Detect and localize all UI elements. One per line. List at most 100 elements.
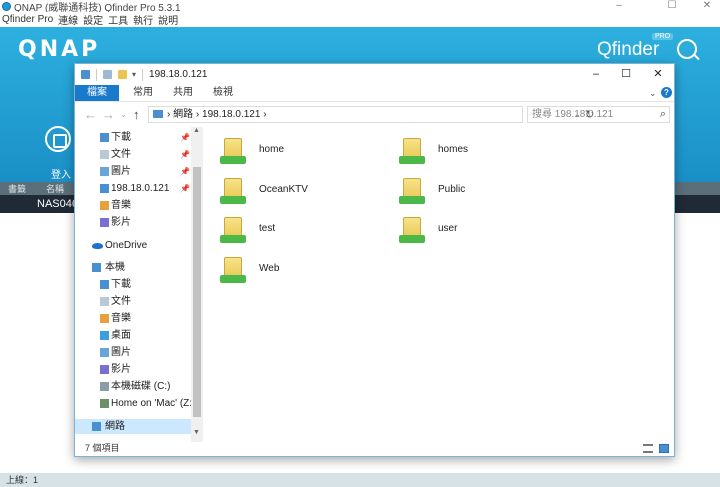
share-folder-item[interactable]: home — [220, 134, 390, 170]
share-folder-name: Public — [438, 184, 466, 195]
breadcrumb-host[interactable]: 198.18.0.121 — [202, 109, 260, 120]
network-share-icon — [220, 156, 246, 164]
search-icon[interactable] — [677, 39, 697, 59]
desktop-folder-icon — [100, 331, 109, 340]
search-icon[interactable]: ⌕ — [660, 107, 666, 122]
explorer-window-title: 198.18.0.121 — [149, 69, 208, 80]
large-icons-view-icon[interactable] — [659, 444, 669, 453]
pin-icon[interactable]: 📌 — [180, 147, 190, 162]
nav-item[interactable]: 桌面 — [75, 328, 191, 343]
quick-access-dropdown-icon[interactable]: ▾ — [132, 70, 136, 79]
close-icon[interactable]: ✕ — [700, 0, 714, 12]
search-placeholder: 搜尋 198.18.0.121 — [532, 109, 614, 120]
nav-item[interactable]: 網路 — [75, 419, 191, 434]
music-folder-icon — [100, 314, 109, 323]
share-folder-item[interactable]: homes — [399, 134, 569, 170]
tab-share[interactable]: 共用 — [165, 85, 201, 101]
menu-settings[interactable]: 設定 — [83, 12, 103, 27]
nav-item[interactable]: OneDrive — [75, 238, 191, 253]
help-icon[interactable]: ? — [661, 87, 672, 98]
qfinder-app-name: Qfinder — [597, 39, 660, 60]
menu-tools[interactable]: 工具 — [108, 12, 128, 27]
scroll-down-icon[interactable]: ▼ — [193, 429, 200, 436]
recent-locations-icon[interactable]: ⌄ — [120, 110, 127, 119]
nav-item-label: 下載 — [111, 279, 131, 290]
details-view-icon[interactable] — [643, 444, 653, 453]
videos-folder-icon — [100, 218, 109, 227]
nav-item[interactable]: 影片 — [75, 215, 191, 230]
tab-file[interactable]: 檔案 — [75, 85, 119, 101]
nav-item[interactable]: 本機 — [75, 260, 191, 275]
nav-item-label: 音樂 — [111, 200, 131, 211]
nav-item[interactable]: 198.18.0.121 📌 — [75, 181, 191, 196]
navigation-scrollbar[interactable]: ▲ ▼ — [191, 127, 203, 442]
address-separator: › — [167, 109, 171, 120]
breadcrumb-network[interactable]: 網路 — [173, 109, 193, 120]
share-folder-name: homes — [438, 144, 469, 155]
nav-item[interactable]: 下載 📌 — [75, 130, 191, 145]
nav-item-label: 影片 — [111, 217, 131, 228]
column-bookmark[interactable]: 書籤 — [8, 182, 26, 195]
address-bar[interactable]: › 網路 › 198.18.0.121 › ⌄ ↻ — [148, 106, 594, 123]
share-folder-item[interactable]: OceanKTV — [220, 174, 390, 210]
nav-item[interactable]: 影片 — [75, 362, 191, 377]
nav-item[interactable]: 音樂 — [75, 311, 191, 326]
qnap-logo: QNAP — [18, 37, 101, 62]
navigation-bar: ← → ⌄ ↑ › 網路 › 198.18.0.121 › ⌄ ↻ 搜尋 198… — [75, 101, 674, 127]
item-count: 7 個項目 — [85, 443, 120, 453]
share-folder-item[interactable]: Public — [399, 174, 569, 210]
nav-item[interactable]: 文件 — [75, 294, 191, 309]
this-pc-icon — [92, 263, 101, 272]
nav-item[interactable]: 音樂 — [75, 198, 191, 213]
local-disk-icon — [100, 382, 109, 391]
nav-item[interactable]: 圖片 — [75, 345, 191, 360]
divider — [96, 68, 97, 81]
menu-connect[interactable]: 連線 — [58, 12, 78, 27]
close-button[interactable]: ✕ — [643, 64, 673, 85]
menu-run[interactable]: 執行 — [133, 12, 153, 27]
nav-item[interactable]: 圖片 📌 — [75, 164, 191, 179]
pictures-folder-icon — [100, 348, 109, 357]
nav-item[interactable]: 下載 — [75, 277, 191, 292]
menu-help[interactable]: 說明 — [158, 12, 178, 27]
new-folder-icon[interactable] — [118, 70, 127, 79]
scrollbar-thumb[interactable] — [193, 167, 201, 417]
share-folder-item[interactable]: test — [220, 213, 390, 249]
minimize-button[interactable]: – — [581, 64, 611, 85]
login-icon[interactable] — [45, 126, 71, 152]
maximize-icon[interactable]: ☐ — [665, 0, 679, 12]
column-name[interactable]: 名稱 — [46, 182, 64, 195]
qfinder-menubar: Qfinder Pro 連線 設定 工具 執行 說明 — [0, 12, 720, 27]
search-input[interactable]: 搜尋 198.18.0.121 ⌕ — [527, 106, 670, 123]
back-arrow-icon[interactable]: ← — [84, 107, 97, 122]
pin-icon[interactable]: 📌 — [180, 181, 190, 196]
pin-icon[interactable]: 📌 — [180, 130, 190, 145]
up-arrow-icon[interactable]: ↑ — [133, 107, 140, 122]
pin-icon[interactable]: 📌 — [180, 164, 190, 179]
nav-item[interactable]: Home on 'Mac' (Z:) — [75, 396, 195, 411]
nav-item-label: 文件 — [111, 149, 131, 160]
documents-folder-icon — [100, 297, 109, 306]
nav-item[interactable]: 本機磁碟 (C:) — [75, 379, 191, 394]
share-folder-name: user — [438, 223, 458, 234]
login-label[interactable]: 登入 — [51, 166, 71, 181]
network-share-icon — [399, 196, 425, 204]
scroll-up-icon[interactable]: ▲ — [193, 127, 200, 134]
tab-home[interactable]: 常用 — [125, 85, 161, 101]
tab-view[interactable]: 檢視 — [205, 85, 241, 101]
properties-icon[interactable] — [103, 70, 112, 79]
share-folder-item[interactable]: Web — [220, 253, 390, 289]
forward-arrow-icon[interactable]: → — [102, 107, 115, 122]
expand-ribbon-icon[interactable]: ⌄ — [649, 88, 657, 99]
explorer-titlebar: ▾ 198.18.0.121 – ☐ ✕ — [75, 64, 674, 85]
share-folder-name: home — [259, 144, 285, 155]
nav-item[interactable]: 文件 📌 — [75, 147, 191, 162]
minimize-icon[interactable]: – — [612, 0, 626, 12]
share-folder-item[interactable]: user — [399, 213, 569, 249]
network-share-icon — [220, 275, 246, 283]
network-share-icon — [399, 235, 425, 243]
qfinder-status-bar: 上線：1 — [0, 473, 720, 487]
pro-badge: PRO — [652, 33, 674, 40]
maximize-button[interactable]: ☐ — [611, 64, 641, 85]
menu-qfinder-pro[interactable]: Qfinder Pro — [2, 14, 53, 25]
